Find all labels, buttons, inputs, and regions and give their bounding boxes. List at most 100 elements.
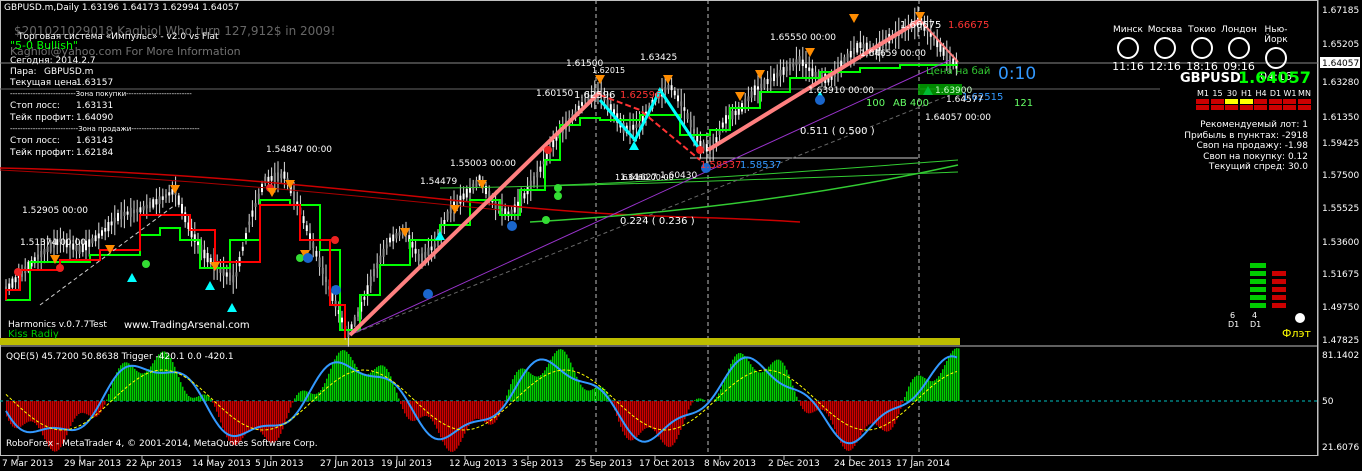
date-axis-label: 17 Jan 2014	[896, 459, 950, 469]
level-annotation: 1.63460 00:00	[615, 173, 674, 182]
clock-3: Лондон 09:16	[1219, 25, 1259, 73]
qqe-histogram-bar	[854, 401, 856, 446]
qqe-histogram-bar	[438, 401, 440, 433]
candle-body	[670, 85, 673, 91]
qqe-histogram-bar	[656, 401, 658, 434]
candle-body	[107, 222, 110, 232]
kiss-label: Kiss Radiy	[8, 329, 59, 340]
qqe-histogram-bar	[128, 363, 130, 401]
candle-body	[254, 203, 257, 207]
qqe-histogram-bar	[172, 362, 174, 401]
qqe-histogram-bar	[252, 401, 254, 429]
candle-body	[312, 242, 315, 249]
candle-body	[101, 230, 103, 236]
signal-dot	[554, 184, 562, 192]
level-annotation: 1.62596	[620, 90, 661, 101]
candle-body	[37, 254, 39, 260]
qqe-histogram-bar	[188, 395, 190, 401]
candle-body	[203, 249, 206, 259]
qqe-histogram-bar	[284, 401, 286, 425]
qqe-histogram-bar	[426, 401, 428, 417]
qqe-histogram-bar	[480, 401, 482, 420]
candle-body	[760, 83, 763, 88]
right-price: 1.64057	[1238, 68, 1311, 87]
qqe-histogram-bar	[698, 398, 700, 401]
sell-stop-label: Стоп лосс:	[10, 136, 60, 146]
qqe-histogram-bar	[230, 401, 232, 444]
candle-body	[152, 199, 155, 208]
candle-body	[8, 283, 11, 290]
qqe-axis-label: 81.1402	[1322, 351, 1359, 361]
signal-dot	[296, 254, 304, 262]
qqe-histogram-bar	[720, 389, 722, 401]
level-annotation: 1.62015	[592, 66, 625, 75]
qqe-histogram-bar	[22, 401, 24, 426]
qqe-histogram-bar	[350, 356, 352, 401]
candle-body	[533, 176, 535, 184]
fractal-marker	[423, 289, 433, 299]
price-axis-label: 1.55525	[1322, 204, 1359, 214]
candle-body	[270, 176, 273, 181]
candle-body	[849, 50, 852, 58]
qqe-histogram-bar	[310, 393, 312, 401]
qqe-histogram-bar	[794, 391, 796, 401]
qqe-histogram-bar	[104, 401, 106, 405]
trailing-stop-line	[6, 64, 958, 331]
qqe-histogram-bar	[366, 374, 368, 401]
qqe-histogram-bar	[946, 360, 948, 401]
d1-left-tf: D1	[1228, 320, 1240, 329]
candle-body	[680, 101, 683, 106]
candle-body	[161, 196, 164, 200]
qqe-histogram-bar	[558, 349, 560, 401]
qqe-histogram-bar	[938, 376, 940, 401]
qqe-histogram-bar	[652, 401, 654, 430]
candle-body	[859, 42, 862, 48]
qqe-histogram-bar	[550, 359, 552, 401]
candle-body	[248, 221, 251, 225]
strength-bar-buy	[1250, 295, 1266, 300]
candle-body	[686, 113, 689, 120]
qqe-histogram-bar	[868, 401, 870, 425]
signal-dot	[14, 268, 22, 276]
tf-signal	[1283, 105, 1296, 110]
qqe-histogram-bar	[84, 401, 86, 414]
candle-body	[769, 77, 772, 82]
date-axis-label: 17 Oct 2013	[639, 459, 695, 469]
qqe-histogram-bar	[956, 348, 958, 401]
buy-arrow	[435, 231, 445, 240]
candle-body	[683, 107, 686, 111]
qqe-histogram-bar	[580, 384, 582, 401]
pair-value: GBPUSD.m	[44, 67, 94, 77]
qqe-histogram-bar	[90, 401, 92, 417]
qqe-histogram-bar	[178, 377, 180, 401]
qqe-histogram-bar	[414, 401, 416, 421]
qqe-histogram-bar	[404, 401, 406, 414]
qqe-histogram-bar	[686, 401, 688, 415]
qqe-histogram-bar	[804, 401, 806, 412]
qqe-histogram-bar	[286, 401, 288, 419]
qqe-histogram-bar	[148, 369, 150, 401]
qqe-histogram-bar	[20, 401, 22, 427]
qqe-histogram-bar	[494, 401, 496, 423]
sell-arrow	[267, 188, 277, 197]
candle-body	[123, 211, 126, 216]
qqe-histogram-bar	[384, 366, 386, 401]
buy-price-label: Цена на бай	[926, 66, 990, 77]
strength-bar-buy	[1250, 303, 1266, 308]
buy-stop-label: Стоп лосс:	[10, 101, 60, 111]
candle-body	[373, 269, 375, 277]
qqe-histogram-bar	[464, 401, 466, 434]
buy-tp-label: Тейк профит:	[10, 113, 75, 123]
qqe-histogram-bar	[218, 401, 220, 417]
candle-body	[379, 255, 382, 263]
qqe-histogram-bar	[30, 401, 32, 422]
tf-label: H4	[1255, 89, 1267, 98]
channel-line	[349, 59, 951, 336]
qqe-histogram-bar	[302, 390, 304, 401]
candle-body	[325, 276, 327, 283]
buy-arrow	[227, 303, 237, 312]
candle-body	[382, 248, 385, 257]
qqe-histogram-bar	[648, 401, 650, 428]
price-axis-label: 1.59425	[1322, 139, 1359, 149]
qqe-histogram-bar	[454, 401, 456, 451]
